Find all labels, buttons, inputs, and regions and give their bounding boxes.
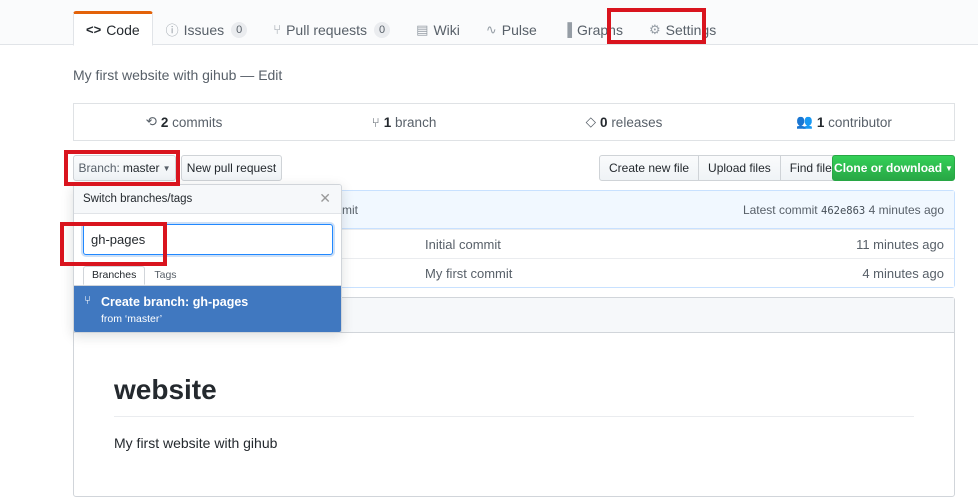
- clone-or-download-button[interactable]: Clone or download ▼: [832, 155, 955, 181]
- close-icon[interactable]: ✕: [319, 190, 331, 207]
- tab-settings[interactable]: ⚙ Settings: [636, 11, 729, 46]
- repo-tabs: <> Code ⓘ Issues 0 ⑂ Pull requests 0 ▤ W…: [73, 11, 729, 46]
- branch-filter-input[interactable]: [83, 224, 333, 255]
- clone-label: Clone or download: [834, 161, 943, 175]
- description-text: My first website with gihub: [73, 67, 237, 83]
- tab-code[interactable]: <> Code: [73, 11, 153, 46]
- branch-icon: ⑂: [371, 114, 380, 130]
- code-icon: <>: [86, 22, 102, 37]
- history-icon: ⟲: [145, 114, 157, 129]
- commit-sha-link[interactable]: 462e863: [821, 205, 865, 217]
- contributor-label: contributor: [824, 114, 892, 130]
- tab-branches[interactable]: Branches: [83, 266, 146, 285]
- contributor-text: 1 contributor: [817, 115, 892, 130]
- upload-files-button[interactable]: Upload files: [698, 155, 781, 181]
- pull-request-icon: ⑂: [273, 22, 282, 37]
- file-commit-message[interactable]: My first commit: [425, 266, 512, 281]
- branch-select-value: master: [122, 161, 160, 175]
- branch-text: 1 branch: [384, 115, 437, 130]
- file-age: 4 minutes ago: [862, 266, 944, 281]
- pulse-icon: ∿: [485, 21, 497, 37]
- tab-pulse[interactable]: ∿ Pulse: [473, 11, 550, 46]
- branch-dropdown: Switch branches/tags ✕ Branches Tags ⑂ C…: [73, 184, 342, 333]
- tab-pull-requests[interactable]: ⑂ Pull requests 0: [260, 11, 403, 46]
- commits-link[interactable]: ⟲ 2 commits: [74, 104, 294, 140]
- tab-label: Graphs: [577, 21, 623, 38]
- latest-commit-age: 4 minutes ago: [868, 203, 944, 217]
- tab-graphs[interactable]: ▐ Graphs: [550, 11, 636, 46]
- tag-icon: ◇: [585, 114, 597, 129]
- readme-body: My first website with gihub: [114, 435, 278, 451]
- branch-icon: ⑂: [84, 293, 92, 307]
- readme-divider: [114, 416, 914, 417]
- create-branch-label: Create branch: gh-pages: [101, 295, 249, 309]
- repo-description: My first website with gihub — Edit: [73, 67, 282, 83]
- file-actions: Create new file Upload files Find file: [599, 155, 842, 181]
- tab-label: Wiki: [433, 21, 460, 38]
- contributors-link[interactable]: 👥 1 contributor: [734, 104, 954, 140]
- tab-label: Settings: [665, 21, 717, 38]
- file-age: 11 minutes ago: [856, 237, 944, 252]
- releases-count: 0: [600, 114, 608, 130]
- dropdown-tabs: Branches Tags: [83, 266, 186, 285]
- gear-icon: ⚙: [648, 21, 661, 37]
- tab-label: Code: [106, 21, 140, 38]
- pull-requests-counter: 0: [374, 21, 391, 38]
- new-pull-request-button[interactable]: New pull request: [181, 155, 282, 181]
- description-separator: —: [236, 67, 259, 83]
- commit-message-fragment: mit: [342, 203, 358, 217]
- create-branch-item[interactable]: ⑂ Create branch: gh-pages from ‘master’: [74, 286, 341, 332]
- create-new-file-button[interactable]: Create new file: [599, 155, 700, 181]
- readme-heading: website: [114, 374, 217, 405]
- releases-link[interactable]: ◇ 0 releases: [514, 104, 734, 140]
- releases-label: releases: [607, 114, 663, 130]
- file-commit-message[interactable]: Initial commit: [425, 237, 501, 252]
- tab-label: Issues: [183, 21, 225, 38]
- issues-counter: 0: [231, 21, 248, 38]
- branch-select-button[interactable]: Branch: master ▼: [73, 155, 176, 181]
- latest-commit-label: Latest commit: [742, 203, 818, 217]
- branches-link[interactable]: ⑂ 1 branch: [294, 104, 514, 140]
- create-branch-source: from ‘master’: [101, 313, 163, 325]
- tab-tags[interactable]: Tags: [145, 266, 185, 285]
- dropdown-header: Switch branches/tags ✕: [74, 185, 341, 214]
- tab-wiki[interactable]: ▤ Wiki: [403, 11, 473, 46]
- tab-label: Pulse: [501, 21, 537, 38]
- graph-icon: ▐: [562, 22, 573, 37]
- commits-text: 2 commits: [161, 115, 223, 130]
- dropdown-title: Switch branches/tags: [83, 193, 193, 205]
- branch-label: branch: [391, 114, 437, 130]
- edit-description-link[interactable]: Edit: [258, 67, 282, 83]
- repo-summary: ⟲ 2 commits ⑂ 1 branch ◇ 0 releases 👥 1 …: [73, 103, 955, 141]
- book-icon: ▤: [416, 21, 429, 37]
- tab-label: Pull requests: [286, 21, 368, 38]
- people-icon: 👥: [796, 114, 813, 129]
- branch-select-label: Branch:: [78, 161, 120, 175]
- commits-label: commits: [168, 114, 223, 130]
- caret-down-icon: ▼: [162, 163, 171, 173]
- releases-text: 0 releases: [600, 115, 662, 130]
- issue-icon: ⓘ: [165, 23, 179, 38]
- caret-down-icon: ▼: [945, 163, 953, 173]
- latest-commit-info: Latest commit 462e863 4 minutes ago: [743, 203, 944, 217]
- tab-issues[interactable]: ⓘ Issues 0: [153, 11, 261, 46]
